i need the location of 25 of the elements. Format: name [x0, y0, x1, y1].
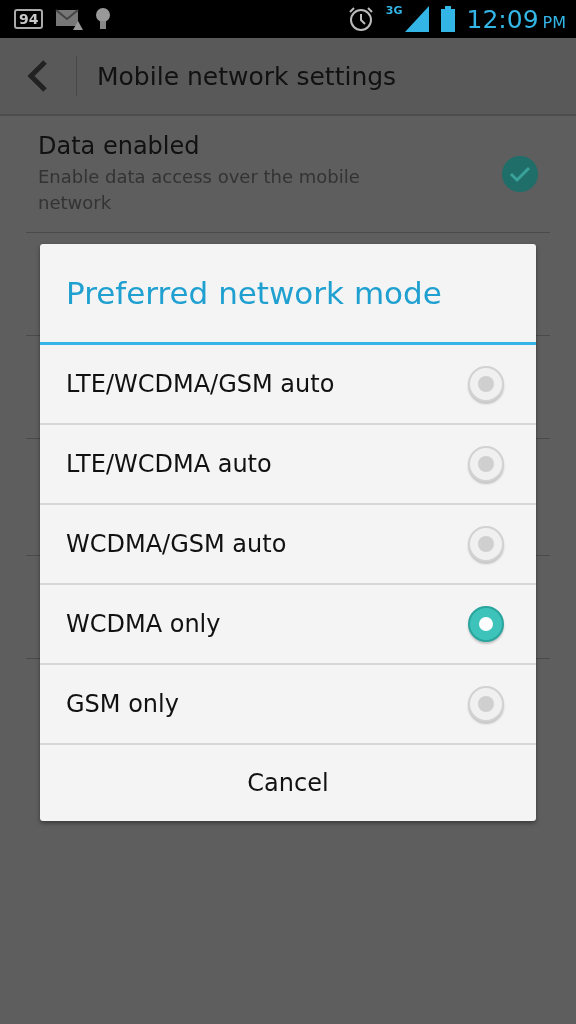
network-mode-option[interactable]: GSM only	[40, 665, 536, 745]
radio-button[interactable]	[468, 526, 504, 562]
radio-button[interactable]	[468, 606, 504, 642]
setting-title: Data enabled	[38, 132, 201, 160]
screen-title: Mobile network settings	[97, 61, 397, 91]
network-mode-option[interactable]: WCDMA only	[40, 585, 536, 665]
radio-button[interactable]	[468, 686, 504, 722]
cancel-button[interactable]: Cancel	[40, 745, 536, 821]
signal-icon	[404, 6, 429, 32]
back-icon[interactable]	[27, 60, 49, 92]
battery-icon	[440, 6, 455, 32]
checkmark-icon	[509, 165, 531, 183]
notification-count: 94	[14, 9, 44, 29]
checkbox[interactable]	[502, 156, 538, 192]
radio-button[interactable]	[468, 446, 504, 482]
network-type: 3G	[385, 4, 403, 17]
network-mode-option[interactable]: LTE/WCDMA auto	[40, 425, 536, 505]
network-mode-option[interactable]: LTE/WCDMA/GSM auto	[40, 345, 536, 425]
lightbulb-icon	[95, 7, 112, 31]
clock-time: 12:09 PM	[466, 4, 566, 34]
dialog-title: Preferred network mode	[40, 244, 536, 345]
network-mode-option[interactable]: WCDMA/GSM auto	[40, 505, 536, 585]
radio-button[interactable]	[468, 366, 504, 402]
mail-warning-icon	[55, 7, 84, 31]
alarm-icon	[347, 6, 374, 32]
